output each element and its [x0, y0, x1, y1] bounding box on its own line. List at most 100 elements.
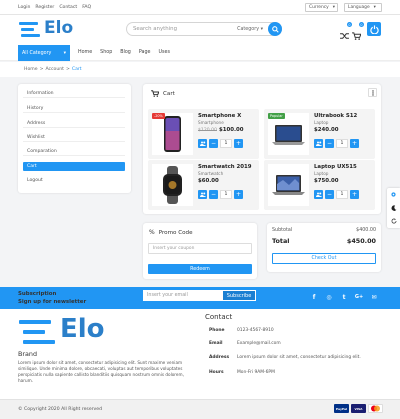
contact-key: Hours [209, 370, 224, 375]
product-image[interactable] [152, 113, 193, 155]
decrease-button[interactable]: − [209, 139, 218, 148]
smartphone-image [164, 116, 181, 152]
shuffle-icon [340, 33, 349, 39]
refresh-button[interactable] [387, 214, 400, 227]
increase-button[interactable]: + [234, 139, 243, 148]
cart-count-badge: 0 [359, 22, 364, 27]
checkout-button[interactable]: Check Out [272, 253, 376, 264]
settings-button[interactable] [387, 188, 400, 201]
facebook-icon[interactable]: f [309, 292, 319, 302]
sidebar-item-comparation[interactable]: Comparation [23, 147, 125, 156]
old-price: $120.00 [198, 128, 217, 133]
nav-uses[interactable]: Uses [158, 50, 169, 55]
sidebar-item-information[interactable]: Information [23, 89, 125, 98]
breadcrumb-cart: Cart [71, 67, 82, 72]
search-input[interactable]: Search anything [133, 26, 237, 32]
decrease-button[interactable]: − [209, 190, 218, 199]
current-price: $100.00 [219, 127, 244, 133]
sidebar-item-history[interactable]: History [23, 104, 125, 113]
product-image[interactable] [268, 164, 309, 206]
nav-page[interactable]: Page [139, 50, 151, 55]
google-plus-icon[interactable]: G+ [354, 292, 364, 302]
subtotal-label: Subtotal [272, 228, 293, 233]
account-sidebar: Information History Address Wishlist Com… [18, 84, 131, 193]
total-value: $450.00 [346, 237, 376, 245]
cart-button[interactable]: 0 [352, 22, 364, 44]
increase-button[interactable]: + [234, 190, 243, 199]
users-icon [315, 192, 322, 197]
nav-blog[interactable]: Blog [120, 50, 131, 55]
all-category-button[interactable]: All Category ▾ [18, 45, 70, 61]
product-name[interactable]: Smartphone X [198, 113, 241, 119]
product-category: Laptop [314, 120, 329, 125]
subscribe-button[interactable]: Subscribe [222, 290, 256, 301]
account-button[interactable] [367, 22, 381, 36]
promo-header: % Promo Code [149, 229, 193, 236]
users-icon [199, 192, 206, 197]
nav-links: Home Shop Blog Page Uses [78, 50, 170, 55]
breadcrumb-home[interactable]: Home [24, 67, 38, 72]
instagram-icon[interactable]: ◎ [324, 292, 334, 302]
product-image[interactable] [268, 113, 309, 155]
compare-button[interactable] [314, 139, 323, 148]
faq-link[interactable]: FAQ [82, 5, 91, 10]
increase-button[interactable]: + [350, 139, 359, 148]
logo-text[interactable]: Elo [44, 18, 73, 38]
sidebar-item-wishlist[interactable]: Wishlist [23, 133, 125, 142]
chevron-down-icon: ▾ [332, 5, 335, 10]
breadcrumb-separator: > [39, 67, 44, 72]
twitter-icon[interactable]: t [339, 292, 349, 302]
search-category-label: Category [237, 26, 260, 32]
decrease-button[interactable]: − [325, 190, 334, 199]
mastercard-icon [368, 404, 383, 413]
dark-mode-button[interactable] [387, 201, 400, 214]
redeem-button[interactable]: Redeem [148, 264, 252, 274]
wishlist-button[interactable]: 0 [340, 22, 352, 44]
product-name[interactable]: Smartwatch 2019 [198, 164, 251, 170]
decrease-button[interactable]: − [325, 139, 334, 148]
contact-value: Lorem ipsum dolor sit amet, consectetur … [237, 355, 361, 360]
cart-icon [151, 90, 159, 97]
compare-button[interactable] [314, 190, 323, 199]
quantity-value[interactable]: 1 [336, 139, 348, 148]
footer-about-text: Lorem ipsum dolor sit amet, consectetur … [18, 360, 184, 383]
product-name[interactable]: Ultrabook S12 [314, 113, 357, 119]
contact-value: Mon-Fri 9AM-6PM [237, 370, 275, 375]
product-name[interactable]: Laptop UX515 [314, 164, 357, 170]
newsletter-email-input[interactable]: Insert your email [143, 290, 222, 301]
increase-button[interactable]: + [350, 190, 359, 199]
search-icon [271, 25, 279, 33]
order-summary-panel: Subtotal $400.00 Total $450.00 Check Out [267, 223, 381, 272]
sidebar-item-address[interactable]: Address [23, 119, 125, 128]
cart-item: Smartwatch 2019 Smartwatch $60.00 − 1 + [148, 160, 259, 210]
search-button[interactable] [268, 22, 282, 36]
coupon-input[interactable]: Insert your coupon [148, 243, 252, 254]
contact-email-row: Email Example@mail.com [209, 341, 281, 346]
total-label: Total [272, 237, 290, 245]
popular-badge: Popular [268, 113, 285, 119]
product-image[interactable] [152, 164, 193, 206]
smartwatch-image [163, 166, 182, 204]
compare-button[interactable] [198, 190, 207, 199]
contact-key: Phone [209, 328, 225, 333]
quantity-value[interactable]: 1 [336, 190, 348, 199]
search-bar[interactable]: Search anything Category ▾ [126, 22, 282, 36]
sidebar-item-cart[interactable]: Cart [23, 162, 125, 171]
nav-shop[interactable]: Shop [100, 50, 112, 55]
quantity-value[interactable]: 1 [220, 190, 232, 199]
compare-button[interactable] [198, 139, 207, 148]
sidebar-item-logout[interactable]: Logout [23, 176, 125, 185]
mail-icon[interactable]: ✉ [369, 292, 379, 302]
login-link[interactable]: Login [18, 5, 30, 10]
search-category-select[interactable]: Category ▾ [237, 27, 263, 32]
contact-link[interactable]: Contact [59, 5, 77, 10]
cart-options-button[interactable] [368, 88, 377, 97]
contact-value[interactable]: 0123-4567-8910 [237, 328, 274, 333]
quantity-value[interactable]: 1 [220, 139, 232, 148]
currency-select[interactable]: Currency ▾ [305, 3, 338, 12]
register-link[interactable]: Register [35, 5, 54, 10]
breadcrumb-account[interactable]: Account [45, 67, 64, 72]
nav-home[interactable]: Home [78, 50, 92, 55]
contact-value[interactable]: Example@mail.com [237, 341, 281, 346]
language-select[interactable]: Language ▾ [344, 3, 382, 12]
